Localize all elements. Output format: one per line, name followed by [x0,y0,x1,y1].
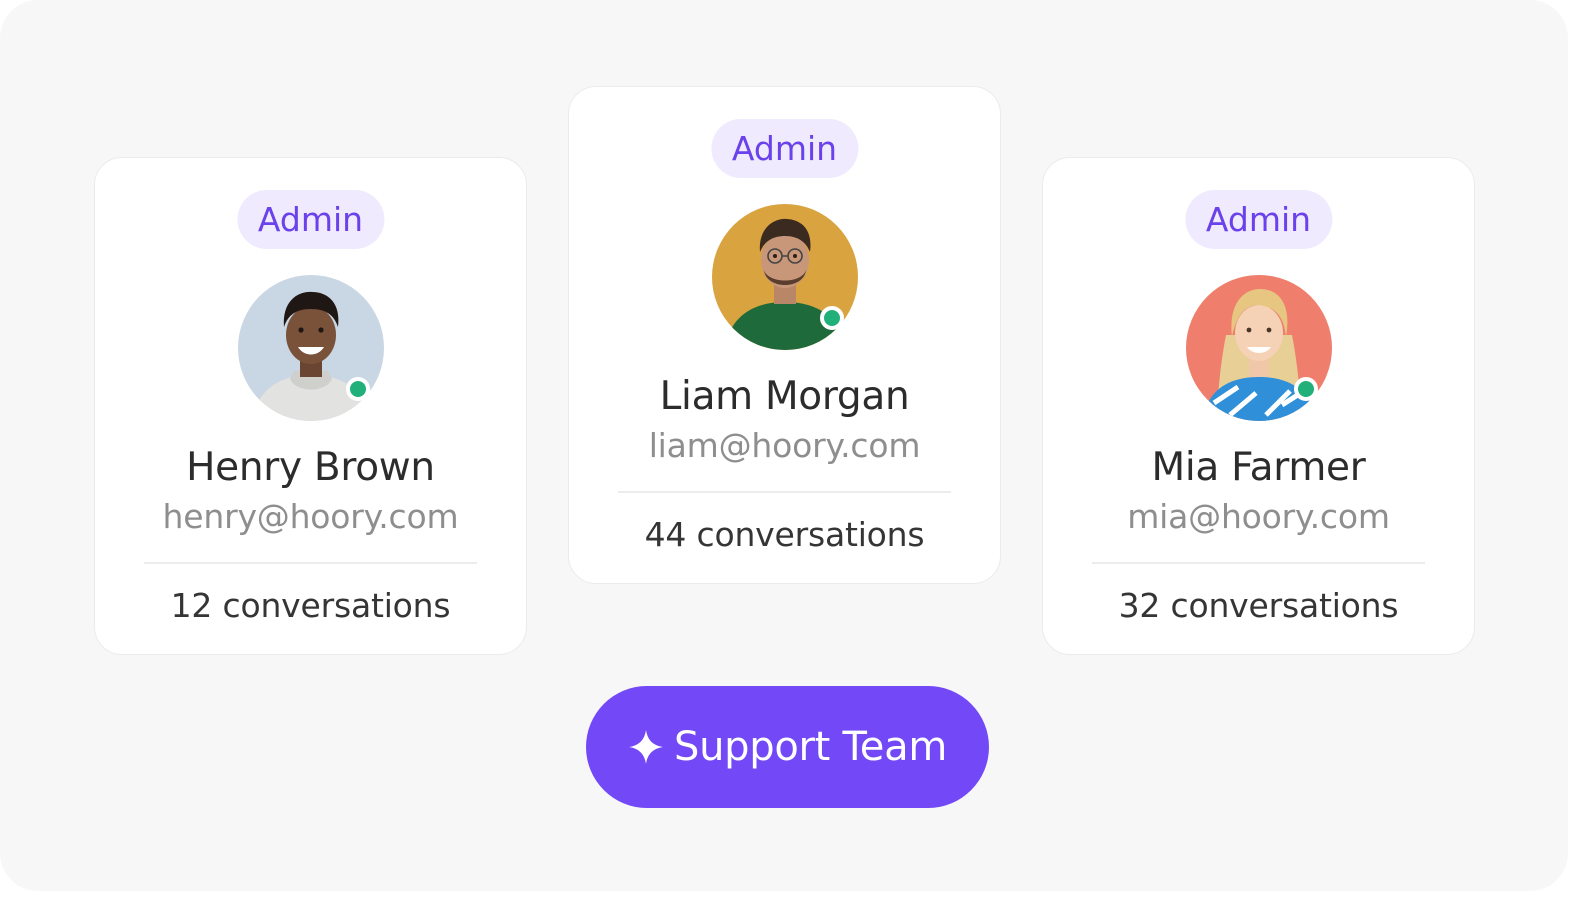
support-team-button[interactable]: Support Team [586,686,989,808]
member-name: Mia Farmer [1151,445,1366,490]
online-status-icon [819,306,844,330]
divider [1092,562,1425,564]
member-name: Henry Brown [186,445,435,490]
conversation-count: 32 conversations [1118,586,1399,625]
role-badge: Admin [1184,190,1333,249]
online-status-icon [1293,377,1318,401]
member-name: Liam Morgan [659,374,910,419]
member-card-mia-farmer[interactable]: Admin Mia Farmer mia@hoory.com 32 conver… [1042,157,1475,655]
sparkle-icon [628,729,664,765]
member-email: henry@hoory.com [162,497,459,536]
role-badge: Admin [710,119,859,178]
conversation-count: 12 conversations [170,586,451,625]
divider [144,562,477,564]
member-card-henry-brown[interactable]: Admin Henry Brown henry@hoory.com 12 con… [94,157,527,655]
team-members-panel: Admin Henry Brown henry@hoory.com 12 con… [0,0,1568,891]
conversation-count: 44 conversations [644,515,925,554]
divider [618,491,951,493]
role-badge: Admin [236,190,385,249]
support-team-label: Support Team [674,724,947,770]
member-email: mia@hoory.com [1127,497,1390,536]
member-email: liam@hoory.com [648,426,921,465]
member-card-liam-morgan[interactable]: Admin Liam Morgan liam@hoory.com 44 conv… [568,86,1001,584]
online-status-icon [345,377,370,401]
